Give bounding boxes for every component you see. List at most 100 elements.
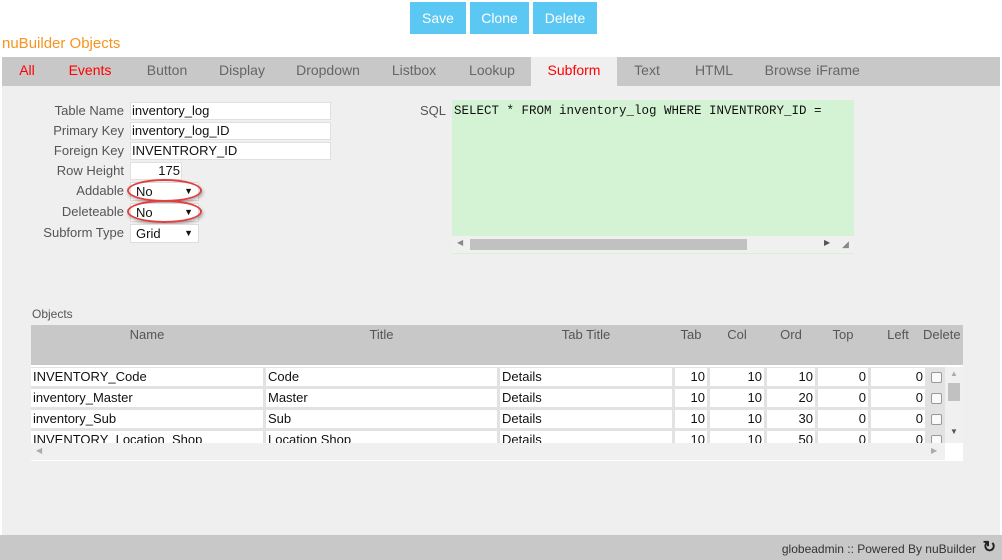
tab-subform[interactable]: Subform	[531, 57, 617, 86]
cell-name[interactable]: inventory_Sub	[31, 410, 263, 428]
scroll-left-icon[interactable]: ◀	[36, 446, 42, 455]
table-name-label: Table Name	[54, 103, 124, 118]
column-header-col: Col	[727, 327, 747, 342]
tab-all[interactable]: All	[10, 57, 44, 86]
cell-tab[interactable]: 10	[675, 431, 707, 443]
delete-checkbox[interactable]	[931, 393, 942, 404]
save-button[interactable]: Save	[410, 2, 466, 34]
resize-handle-icon[interactable]: ◢	[842, 239, 849, 250]
cell-tab[interactable]: 10	[675, 410, 707, 428]
tab-dropdown[interactable]: Dropdown	[292, 57, 364, 86]
cell-left[interactable]: 0	[871, 368, 925, 386]
delete-button[interactable]: Delete	[533, 2, 597, 34]
grid-header: Name Title Tab Title Tab Col Ord Top Lef…	[31, 325, 963, 365]
cell-ord[interactable]: 20	[767, 389, 815, 407]
cell-title[interactable]: Sub	[266, 410, 497, 428]
cell-top[interactable]: 0	[818, 431, 868, 443]
column-header-tab-title: Tab Title	[561, 327, 611, 342]
tab-bar: All Events Button Display Dropdown Listb…	[2, 57, 1000, 86]
foreign-key-input[interactable]: INVENTRORY_ID	[130, 142, 331, 160]
deleteable-label: Deleteable	[61, 204, 124, 219]
column-header-tab: Tab	[680, 327, 702, 342]
cell-name[interactable]: INVENTORY_Location_Shop	[31, 431, 263, 443]
cell-name[interactable]: inventory_Master	[31, 389, 263, 407]
foreign-key-label: Foreign Key	[53, 143, 124, 158]
cell-tab-title[interactable]: Details	[500, 389, 672, 407]
cell-ord[interactable]: 30	[767, 410, 815, 428]
objects-grid: Name Title Tab Title Tab Col Ord Top Lef…	[31, 325, 963, 461]
objects-label: Objects	[32, 307, 73, 321]
table-row: inventory_Sub Sub Details 10 10 30 0 0	[31, 409, 945, 430]
cell-tab-title[interactable]: Details	[500, 431, 672, 443]
delete-checkbox[interactable]	[931, 414, 942, 425]
addable-label: Addable	[76, 183, 124, 198]
footer: globeadmin :: Powered By nuBuilder ↻	[0, 535, 1002, 560]
cell-name[interactable]: INVENTORY_Code	[31, 368, 263, 386]
tab-iframe[interactable]: iFrame	[808, 57, 868, 86]
grid-vertical-scrollbar[interactable]: ▲ ▼	[945, 367, 963, 443]
sql-label: SQL	[420, 103, 447, 118]
scroll-left-icon[interactable]: ◀	[457, 238, 463, 247]
sql-textarea[interactable]: SELECT * FROM inventory_log WHERE INVENT…	[452, 100, 854, 254]
cell-top[interactable]: 0	[818, 368, 868, 386]
delete-checkbox[interactable]	[931, 372, 942, 383]
subform-type-value: Grid	[136, 226, 161, 241]
cell-title[interactable]: Master	[266, 389, 497, 407]
cell-col[interactable]: 10	[710, 368, 764, 386]
table-row: INVENTORY_Location_Shop Location Shop Deta…	[31, 430, 945, 443]
grid-rows: INVENTORY_Code Code Details 10 10 10 0 0 invento…	[31, 367, 945, 443]
column-header-ord: Ord	[780, 327, 802, 342]
primary-key-input[interactable]: inventory_log_ID	[130, 122, 331, 140]
dropdown-arrow-icon: ▼	[184, 228, 193, 238]
sql-horizontal-scrollbar[interactable]: ◀ ▶ ◢	[452, 236, 854, 253]
tab-html[interactable]: HTML	[686, 57, 742, 86]
tab-text[interactable]: Text	[624, 57, 670, 86]
cell-top[interactable]: 0	[818, 389, 868, 407]
scroll-right-icon[interactable]: ▶	[824, 238, 830, 247]
grid-horizontal-scrollbar[interactable]: ◀ ▶	[31, 443, 945, 460]
column-header-left: Left	[887, 327, 909, 342]
table-row: inventory_Master Master Details 10 10 20 0 0	[31, 388, 945, 409]
scroll-thumb[interactable]	[948, 383, 960, 401]
column-header-title: Title	[369, 327, 394, 342]
cell-ord[interactable]: 50	[767, 431, 815, 443]
primary-key-label: Primary Key	[53, 123, 124, 138]
cell-tab-title[interactable]: Details	[500, 368, 672, 386]
subform-type-label: Subform Type	[43, 225, 124, 240]
clone-button[interactable]: Clone	[470, 2, 529, 34]
cell-tab[interactable]: 10	[675, 389, 707, 407]
cell-top[interactable]: 0	[818, 410, 868, 428]
table-row: INVENTORY_Code Code Details 10 10 10 0 0	[31, 367, 945, 388]
tab-lookup[interactable]: Lookup	[460, 57, 524, 86]
highlight-ring	[127, 179, 202, 202]
cell-title[interactable]: Location Shop	[266, 431, 497, 443]
column-header-name: Name	[129, 327, 165, 342]
refresh-icon[interactable]: ↻	[983, 537, 996, 557]
scroll-right-icon[interactable]: ▶	[931, 446, 937, 455]
cell-left[interactable]: 0	[871, 410, 925, 428]
cell-left[interactable]: 0	[871, 431, 925, 443]
cell-ord[interactable]: 10	[767, 368, 815, 386]
row-height-input[interactable]: 175	[130, 162, 182, 180]
highlight-ring	[127, 200, 202, 223]
cell-tab[interactable]: 10	[675, 368, 707, 386]
footer-text: globeadmin :: Powered By nuBuilder	[781, 542, 976, 556]
delete-checkbox[interactable]	[931, 435, 942, 443]
cell-title[interactable]: Code	[266, 368, 497, 386]
scroll-down-icon[interactable]: ▼	[950, 427, 958, 436]
tab-listbox[interactable]: Listbox	[382, 57, 446, 86]
subform-type-select[interactable]: Grid ▼	[130, 224, 199, 243]
scroll-up-icon[interactable]: ▲	[950, 369, 958, 378]
page-title: nuBuilder Objects	[2, 35, 121, 52]
scroll-thumb[interactable]	[470, 239, 747, 250]
cell-col[interactable]: 10	[710, 389, 764, 407]
table-name-input[interactable]: inventory_log	[130, 102, 331, 120]
cell-tab-title[interactable]: Details	[500, 410, 672, 428]
tab-events[interactable]: Events	[60, 57, 120, 86]
cell-col[interactable]: 10	[710, 410, 764, 428]
column-header-delete: Delete	[923, 327, 961, 342]
cell-left[interactable]: 0	[871, 389, 925, 407]
tab-display[interactable]: Display	[210, 57, 274, 86]
cell-col[interactable]: 10	[710, 431, 764, 443]
tab-button[interactable]: Button	[137, 57, 197, 86]
